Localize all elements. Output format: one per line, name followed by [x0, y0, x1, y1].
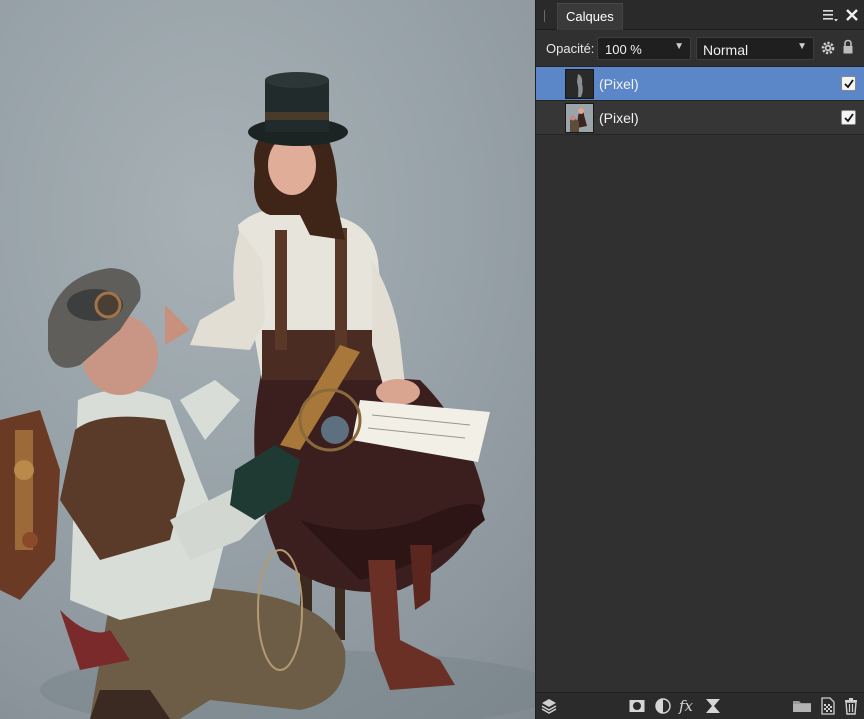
layers-stack-icon[interactable]	[540, 697, 558, 715]
layer-name: (Pixel)	[599, 110, 639, 126]
adjustment-icon[interactable]	[654, 697, 672, 715]
fx-icon[interactable]: fx	[678, 697, 700, 715]
mask-icon[interactable]	[628, 697, 646, 715]
layer-options-bar: Opacité: 100 % ▼ Normal ▼	[536, 31, 864, 67]
live-filter-icon[interactable]	[704, 697, 722, 715]
close-icon[interactable]	[843, 6, 861, 24]
layer-row[interactable]: (Pixel)	[536, 67, 864, 101]
steampunk-photo	[0, 72, 535, 719]
blend-mode-dropdown[interactable]: Normal ▼	[696, 37, 814, 60]
layer-thumbnail	[565, 103, 594, 133]
layer-thumbnail	[565, 69, 594, 99]
add-pixel-layer-icon[interactable]	[819, 697, 837, 715]
document-canvas[interactable]	[0, 0, 535, 719]
svg-text:fx: fx	[678, 697, 694, 715]
opacity-dropdown[interactable]: 100 % ▼	[597, 37, 691, 60]
layer-row[interactable]: (Pixel)	[536, 101, 864, 135]
chevron-down-icon: ▼	[797, 41, 807, 52]
panel-menu-icon[interactable]	[821, 6, 839, 24]
opacity-label: Opacité:	[546, 41, 595, 56]
layer-list-empty-area[interactable]	[536, 136, 864, 692]
layer-visibility-checkbox[interactable]	[841, 110, 856, 125]
layers-panel: Calques Opacité: 100 % ▼ Normal ▼ (Pixel…	[535, 0, 864, 719]
layer-visibility-checkbox[interactable]	[841, 76, 856, 91]
tab-layers[interactable]: Calques	[557, 3, 623, 30]
blend-mode-value: Normal	[703, 42, 749, 58]
folder-icon[interactable]	[792, 697, 812, 715]
panel-grip-icon[interactable]	[544, 10, 545, 22]
panel-tabbar: Calques	[536, 0, 864, 30]
gear-icon[interactable]	[820, 40, 836, 56]
opacity-value: 100 %	[605, 42, 642, 57]
trash-icon[interactable]	[842, 697, 860, 715]
chevron-down-icon: ▼	[674, 41, 684, 52]
lock-icon[interactable]	[842, 39, 854, 55]
layers-bottom-toolbar: fx	[536, 692, 864, 719]
layer-name: (Pixel)	[599, 76, 639, 92]
